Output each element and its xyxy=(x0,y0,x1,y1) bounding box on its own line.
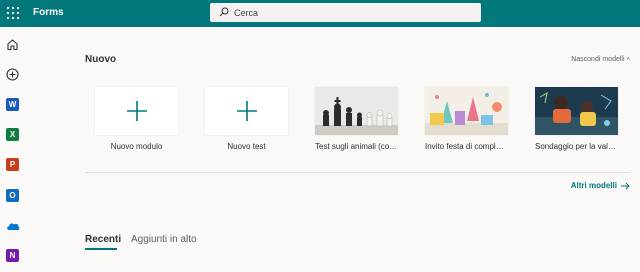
section-divider xyxy=(85,172,630,173)
new-quiz-card[interactable]: Nuovo test xyxy=(205,87,288,151)
active-tab-indicator xyxy=(85,248,117,250)
app-launcher-icon[interactable] xyxy=(7,7,20,20)
card-label: Nuovo test xyxy=(227,142,266,151)
chevron-up-icon: ˄ xyxy=(626,57,630,63)
app-name[interactable]: Forms xyxy=(33,7,64,18)
word-icon[interactable]: W xyxy=(4,96,21,113)
onedrive-icon[interactable] xyxy=(4,217,21,234)
kids-image xyxy=(535,87,618,135)
chess-image xyxy=(315,87,398,135)
template-card-birthday-invite[interactable]: Invito festa di compleanno xyxy=(425,87,508,151)
section-title: Nuovo xyxy=(85,54,117,65)
powerpoint-icon[interactable]: P xyxy=(4,156,21,173)
outlook-icon[interactable]: O xyxy=(4,187,21,204)
plus-icon xyxy=(126,101,147,121)
card-label: Invito festa di compleanno xyxy=(425,142,508,151)
onenote-icon[interactable]: N xyxy=(4,247,21,264)
card-thumbnail xyxy=(95,87,178,135)
plus-icon xyxy=(236,101,257,121)
left-rail: W X P O N xyxy=(0,27,26,272)
search-input[interactable] xyxy=(234,5,464,20)
card-label: Sondaggio per la valutazio… xyxy=(535,142,618,151)
tab-pinned[interactable]: Aggiunti in alto xyxy=(131,234,197,245)
card-thumbnail xyxy=(205,87,288,135)
card-label: Test sugli animali (con val… xyxy=(315,142,398,151)
arrow-right-icon xyxy=(621,182,630,189)
template-card-evaluation-survey[interactable]: Sondaggio per la valutazio… xyxy=(535,87,618,151)
card-label: Nuovo modulo xyxy=(110,142,163,151)
search-icon xyxy=(219,7,229,17)
new-form-card[interactable]: Nuovo modulo xyxy=(95,87,178,151)
hide-templates-link[interactable]: Nascondi modelli ˄ xyxy=(571,56,630,63)
excel-icon[interactable]: X xyxy=(4,126,21,143)
tab-recent[interactable]: Recenti xyxy=(85,234,121,245)
main-content: Nuovo Nascondi modelli ˄ Nuovo modulo Nu… xyxy=(26,27,640,272)
create-icon[interactable] xyxy=(4,66,21,83)
home-icon[interactable] xyxy=(4,36,21,53)
template-card-animals-quiz[interactable]: Test sugli animali (con val… xyxy=(315,87,398,151)
top-bar: Forms xyxy=(0,0,640,27)
more-templates-link[interactable]: Altri modelli xyxy=(571,181,630,190)
search-box[interactable] xyxy=(210,3,481,22)
party-image xyxy=(425,87,508,135)
